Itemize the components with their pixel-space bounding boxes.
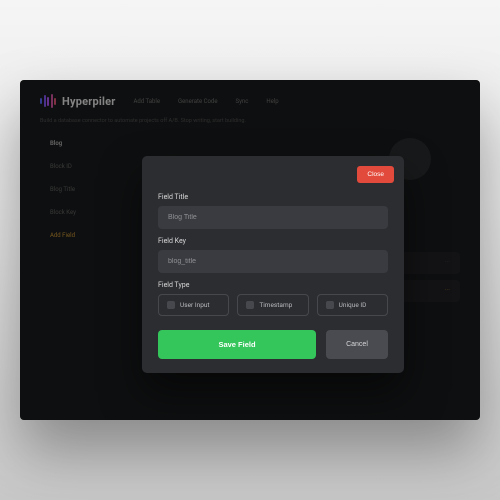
option-label: Timestamp	[259, 301, 292, 309]
option-label: Unique ID	[339, 301, 367, 309]
field-type-options: User Input Timestamp Unique ID	[158, 294, 388, 316]
option-timestamp[interactable]: Timestamp	[237, 294, 308, 316]
option-label: User Input	[180, 301, 210, 309]
close-button[interactable]: Close	[357, 166, 394, 183]
option-user-input[interactable]: User Input	[158, 294, 229, 316]
app-window: Hyperpiler Add Table Generate Code Sync …	[20, 80, 480, 420]
checkbox-icon	[326, 301, 334, 309]
field-key-label: Field Key	[158, 237, 388, 245]
add-field-modal: Close Field Title Field Key Field Type U…	[142, 156, 404, 373]
field-type-label: Field Type	[158, 281, 388, 289]
field-key-input[interactable]	[158, 250, 388, 273]
checkbox-icon	[167, 301, 175, 309]
save-field-button[interactable]: Save Field	[158, 330, 316, 359]
checkbox-icon	[246, 301, 254, 309]
option-unique-id[interactable]: Unique ID	[317, 294, 388, 316]
field-title-label: Field Title	[158, 193, 388, 201]
field-title-input[interactable]	[158, 206, 388, 229]
cancel-button[interactable]: Cancel	[326, 330, 388, 359]
